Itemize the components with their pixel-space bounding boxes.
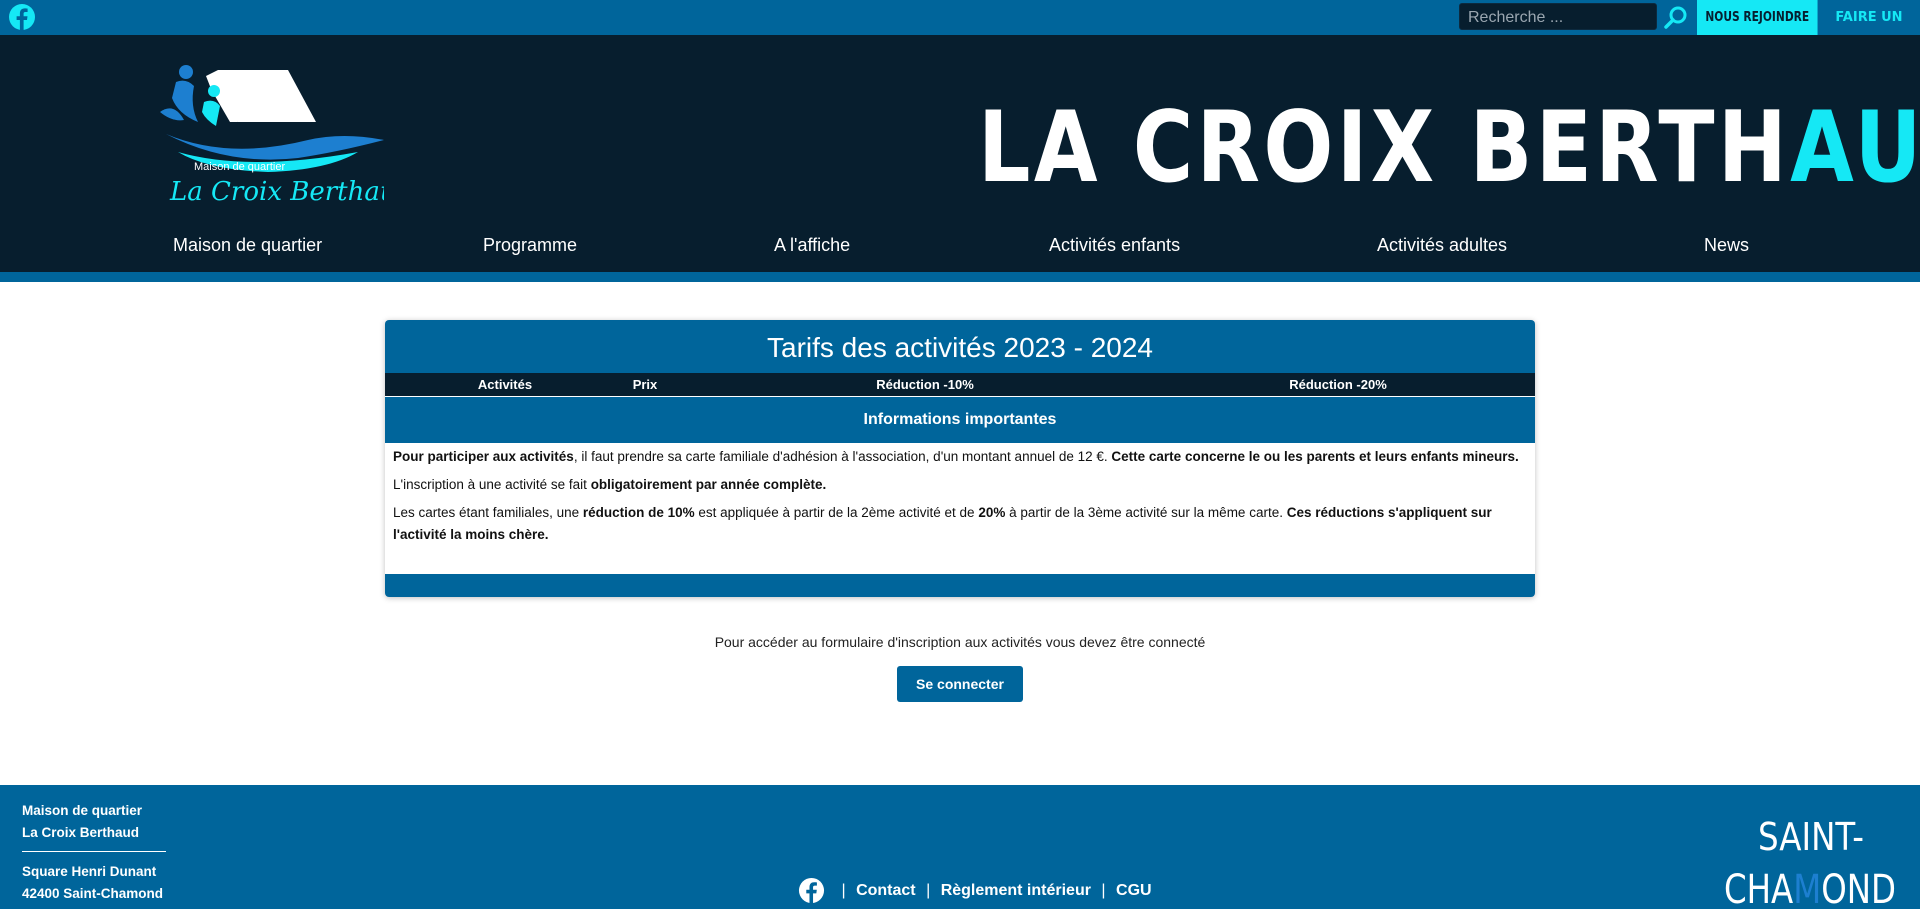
top-bar: Recherche ... NOUS REJOINDRE FAIRE UN DO…	[0, 0, 1920, 60]
column-reduction-10: Réduction -10%	[876, 377, 974, 392]
nav-a-l-affiche[interactable]: A l'affiche	[774, 232, 850, 258]
footer-line: Square Henri Dunant	[22, 864, 157, 879]
site-title-accent: AUD	[1790, 91, 1920, 205]
footer-link-reglement[interactable]: Règlement intérieur	[941, 882, 1091, 899]
footer-line: Maison de quartier	[22, 803, 143, 818]
footer-line: La Croix Berthaud	[22, 825, 140, 840]
info-body: Pour participer aux activités, il faut p…	[393, 446, 1529, 552]
footer-link-contact[interactable]: Contact	[856, 882, 916, 899]
city-logo-bottom: CHAMOND	[1724, 867, 1896, 909]
footer-line: 42400 Saint-Chamond	[22, 886, 164, 901]
info-paragraph: Les cartes étant familiales, une réducti…	[393, 505, 1492, 542]
tariffs-card: Tarifs des activités 2023 - 2024 Activit…	[385, 320, 1535, 597]
footer-link-cgu[interactable]: CGU	[1116, 882, 1152, 899]
logo-subtitle: Maison de quartier	[194, 161, 285, 173]
nav-news[interactable]: News	[1704, 232, 1749, 258]
header-divider	[0, 272, 1920, 282]
login-notice: Pour accéder au formulaire d'inscription…	[714, 634, 1206, 650]
tariffs-table-header: Activités Prix Réduction -10% Réduction …	[385, 373, 1535, 396]
info-heading: Informations importantes	[385, 397, 1535, 443]
saint-chamond-logo[interactable]: SAINT- CHAMOND	[1722, 810, 1898, 909]
tariffs-card-footer	[385, 574, 1535, 597]
tariffs-title: Tarifs des activités 2023 - 2024	[385, 320, 1535, 373]
column-prix: Prix	[632, 377, 658, 392]
logo-script: La Croix Berthaud	[169, 177, 384, 207]
info-paragraph: L'inscription à une activité se fait obl…	[393, 477, 827, 492]
donate-button[interactable]: FAIRE UN DON	[1818, 0, 1920, 60]
column-reduction-20: Réduction -20%	[1289, 377, 1387, 392]
nav-programme[interactable]: Programme	[483, 232, 577, 258]
search-icon[interactable]	[1663, 4, 1689, 30]
footer-links: | Contact | Règlement intérieur | CGU	[798, 877, 1152, 905]
column-activites: Activités	[477, 377, 533, 392]
search-input[interactable]: Recherche ...	[1459, 3, 1657, 30]
separator: |	[841, 882, 846, 899]
site-title: LA CROIX BERTHAUD	[978, 93, 1920, 203]
facebook-icon[interactable]	[8, 3, 36, 31]
info-paragraph: Pour participer aux activités, il faut p…	[393, 449, 1519, 464]
facebook-icon[interactable]	[798, 877, 825, 904]
separator: |	[926, 882, 931, 899]
join-button[interactable]: NOUS REJOINDRE	[1697, 0, 1818, 35]
nav-maison-de-quartier[interactable]: Maison de quartier	[173, 232, 322, 258]
nav-activites-enfants[interactable]: Activités enfants	[1049, 232, 1180, 258]
nav-activites-adultes[interactable]: Activités adultes	[1377, 232, 1507, 258]
city-logo-top: SAINT-	[1758, 815, 1864, 859]
site-footer: Maison de quartier La Croix Berthaud Squ…	[0, 785, 1920, 909]
login-button[interactable]: Se connecter	[897, 666, 1023, 702]
separator: |	[1101, 882, 1106, 899]
site-title-main: LA CROIX BERTH	[978, 91, 1791, 205]
site-logo[interactable]: Maison de quartier La Croix Berthaud	[158, 62, 384, 208]
footer-address: Maison de quartier La Croix Berthaud Squ…	[22, 800, 166, 905]
footer-divider	[22, 851, 166, 852]
